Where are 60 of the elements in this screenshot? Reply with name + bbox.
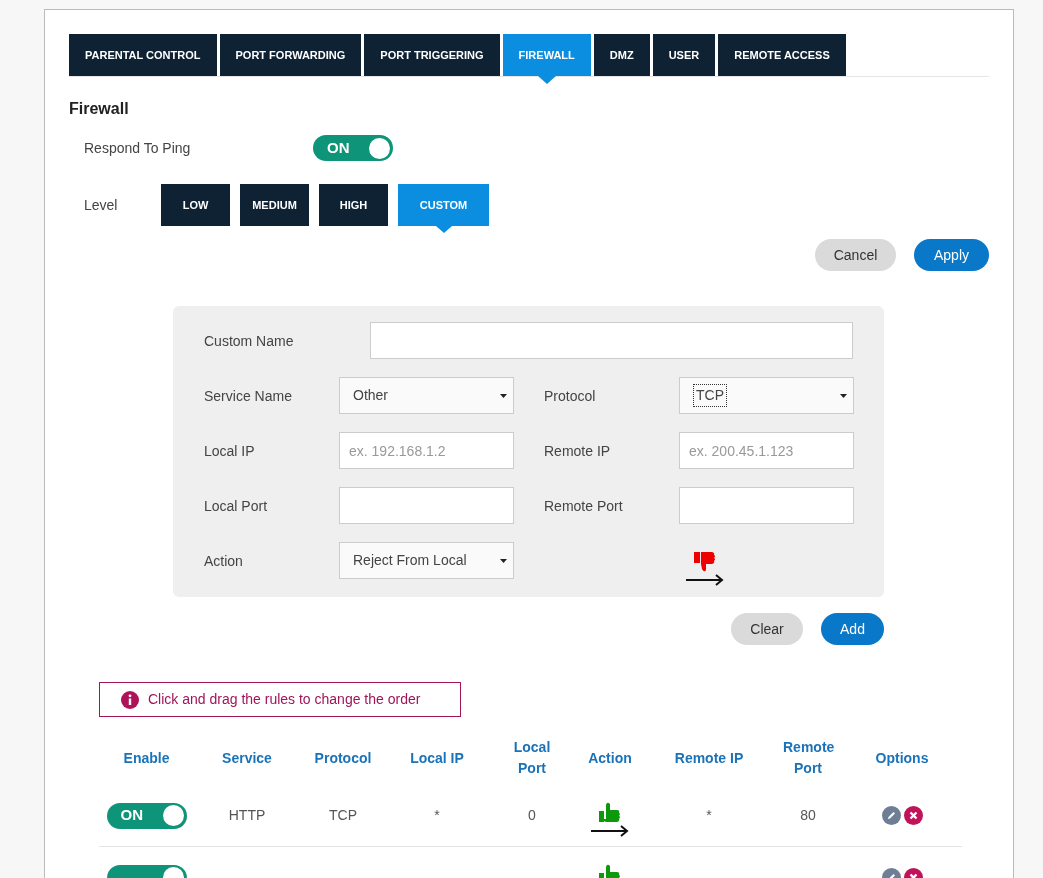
input-field[interactable]: ex. 192.168.1.2: [339, 432, 514, 469]
column-header: Remote IP: [674, 748, 744, 768]
table-cell-text: *: [706, 806, 712, 825]
level-button[interactable]: HIGH: [319, 184, 388, 226]
tab[interactable]: PARENTAL CONTROL: [69, 34, 217, 76]
info-icon: [121, 690, 139, 709]
level-pointer-icon: [435, 226, 452, 233]
delete-icon[interactable]: [903, 806, 923, 825]
caret-icon: [500, 558, 507, 563]
dropdown[interactable]: Other: [339, 377, 514, 414]
field-label: Level: [84, 196, 119, 215]
column-header: Enable: [123, 748, 170, 768]
field-label: Respond To Ping: [84, 138, 192, 158]
column-header: Protocol: [314, 748, 372, 768]
input-field[interactable]: ex. 200.45.1.123: [679, 432, 854, 469]
edit-icon[interactable]: [881, 806, 901, 825]
field-label: Local IP: [204, 442, 255, 459]
level-button[interactable]: LOW: [161, 184, 230, 226]
column-header: Local IP: [410, 748, 464, 768]
toggle-switch[interactable]: ON: [106, 802, 187, 829]
input-field[interactable]: [339, 487, 514, 524]
field-label: Service Name: [204, 387, 292, 404]
field-label: Local Port: [204, 497, 268, 514]
tab[interactable]: DMZ: [593, 34, 650, 76]
table-cell-text: 80: [800, 806, 816, 825]
tab[interactable]: PORT FORWARDING: [219, 34, 362, 76]
input-field[interactable]: [679, 487, 854, 524]
input-field[interactable]: [370, 322, 853, 359]
dropdown[interactable]: Reject From Local: [339, 542, 514, 579]
thumbs-down-arrow-icon: [684, 549, 726, 586]
section-title: Firewall: [69, 99, 130, 119]
cancel-button[interactable]: Cancel: [815, 239, 896, 271]
table-cell-text: TCP: [329, 806, 357, 825]
thumbs-up-arrow-icon: [589, 800, 631, 837]
apply-button[interactable]: Apply: [914, 239, 989, 271]
add-button[interactable]: Add: [821, 613, 884, 645]
field-label: Remote IP: [544, 442, 611, 459]
tab-pointer-icon: [537, 76, 556, 84]
table-cell-text: 0: [528, 806, 536, 825]
clear-button[interactable]: Clear: [731, 613, 803, 645]
column-header: Action: [588, 748, 632, 768]
table-cell-text: HTTP: [228, 806, 266, 825]
tab[interactable]: REMOTE ACCESS: [718, 34, 846, 76]
column-header: Service: [222, 748, 272, 768]
column-header: Local Port: [512, 738, 552, 778]
column-header: Remote Port: [783, 738, 833, 778]
table-cell-text: *: [434, 806, 440, 825]
field-label: Action: [204, 552, 243, 569]
field-label: Custom Name: [204, 332, 294, 349]
caret-icon: [500, 393, 507, 398]
notice-text: Click and drag the rules to change the order: [148, 690, 421, 709]
tab[interactable]: PORT TRIGGERING: [364, 34, 500, 76]
dropdown[interactable]: TCP: [679, 377, 854, 414]
caret-icon: [840, 393, 847, 398]
level-button[interactable]: MEDIUM: [240, 184, 309, 226]
column-header: Options: [875, 748, 929, 768]
toggle-switch[interactable]: ON: [313, 135, 393, 161]
tab[interactable]: USER: [652, 34, 716, 76]
field-label: Remote Port: [544, 497, 623, 514]
field-label: Protocol: [544, 387, 596, 404]
